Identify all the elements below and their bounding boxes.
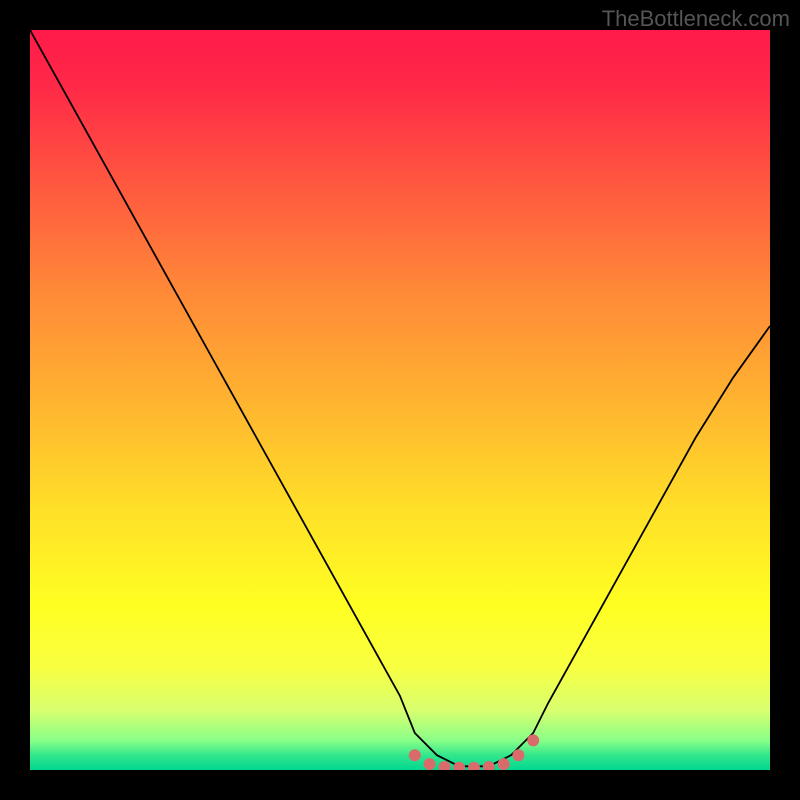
marker-dot — [424, 758, 436, 770]
marker-dot — [512, 749, 524, 761]
curve-markers — [409, 734, 539, 770]
marker-dot — [483, 761, 495, 770]
marker-dot — [498, 758, 510, 770]
marker-dot — [527, 734, 539, 746]
marker-dot — [468, 762, 480, 770]
watermark-text: TheBottleneck.com — [602, 6, 790, 32]
curve-line — [30, 30, 770, 766]
marker-dot — [453, 762, 465, 770]
plot-area — [30, 30, 770, 770]
marker-dot — [438, 761, 450, 770]
chart-svg — [30, 30, 770, 770]
marker-dot — [409, 749, 421, 761]
